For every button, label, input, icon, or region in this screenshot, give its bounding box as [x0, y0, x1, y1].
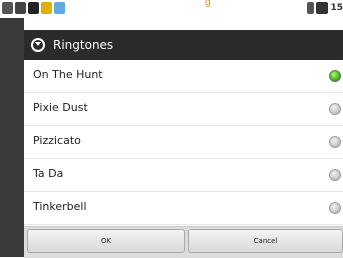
notification-icons	[2, 2, 65, 14]
ringtone-list: On The Hunt Pixie Dust Pizzicato Ta Da T…	[24, 60, 343, 226]
ringtone-label: Pixie Dust	[33, 101, 88, 114]
ringtone-label: Tinkerbell	[33, 200, 87, 213]
sync-icon	[54, 2, 65, 14]
radio-button[interactable]	[329, 136, 341, 148]
ringtone-label: On The Hunt	[33, 68, 103, 81]
cancel-button[interactable]: Cancel	[188, 229, 343, 253]
battery-icon	[316, 2, 329, 14]
status-bar: g 15	[0, 0, 343, 18]
dialog-title: Ringtones	[53, 38, 114, 52]
radio-button[interactable]	[329, 202, 341, 214]
list-item[interactable]: Tinkerbell	[24, 192, 343, 225]
app-icon	[28, 2, 39, 14]
list-item[interactable]: Pixie Dust	[24, 93, 343, 126]
background-left	[0, 18, 24, 257]
ringtone-label: Pizzicato	[33, 134, 81, 147]
ringtone-dropdown-icon	[31, 38, 45, 52]
ringtone-label: Ta Da	[33, 167, 64, 180]
ringtone-dialog: Ringtones On The Hunt Pixie Dust Pizzica…	[24, 30, 343, 258]
list-item[interactable]: Ta Da	[24, 159, 343, 192]
ok-button[interactable]: OK	[27, 229, 185, 253]
notification-text: g	[205, 0, 211, 8]
list-item[interactable]: On The Hunt	[24, 60, 343, 93]
list-item[interactable]: Pizzicato	[24, 126, 343, 159]
clock: 15	[330, 3, 343, 13]
signal-icon	[307, 2, 315, 14]
dialog-title-bar: Ringtones	[24, 30, 343, 61]
email-icon	[2, 2, 13, 14]
download-icon	[41, 2, 52, 14]
radio-button[interactable]	[329, 169, 341, 181]
system-icons: 15	[307, 2, 343, 14]
radio-button[interactable]	[329, 70, 341, 82]
radio-button[interactable]	[329, 103, 341, 115]
dialog-button-bar: OK Cancel	[24, 226, 343, 258]
gallery-icon	[15, 2, 26, 14]
